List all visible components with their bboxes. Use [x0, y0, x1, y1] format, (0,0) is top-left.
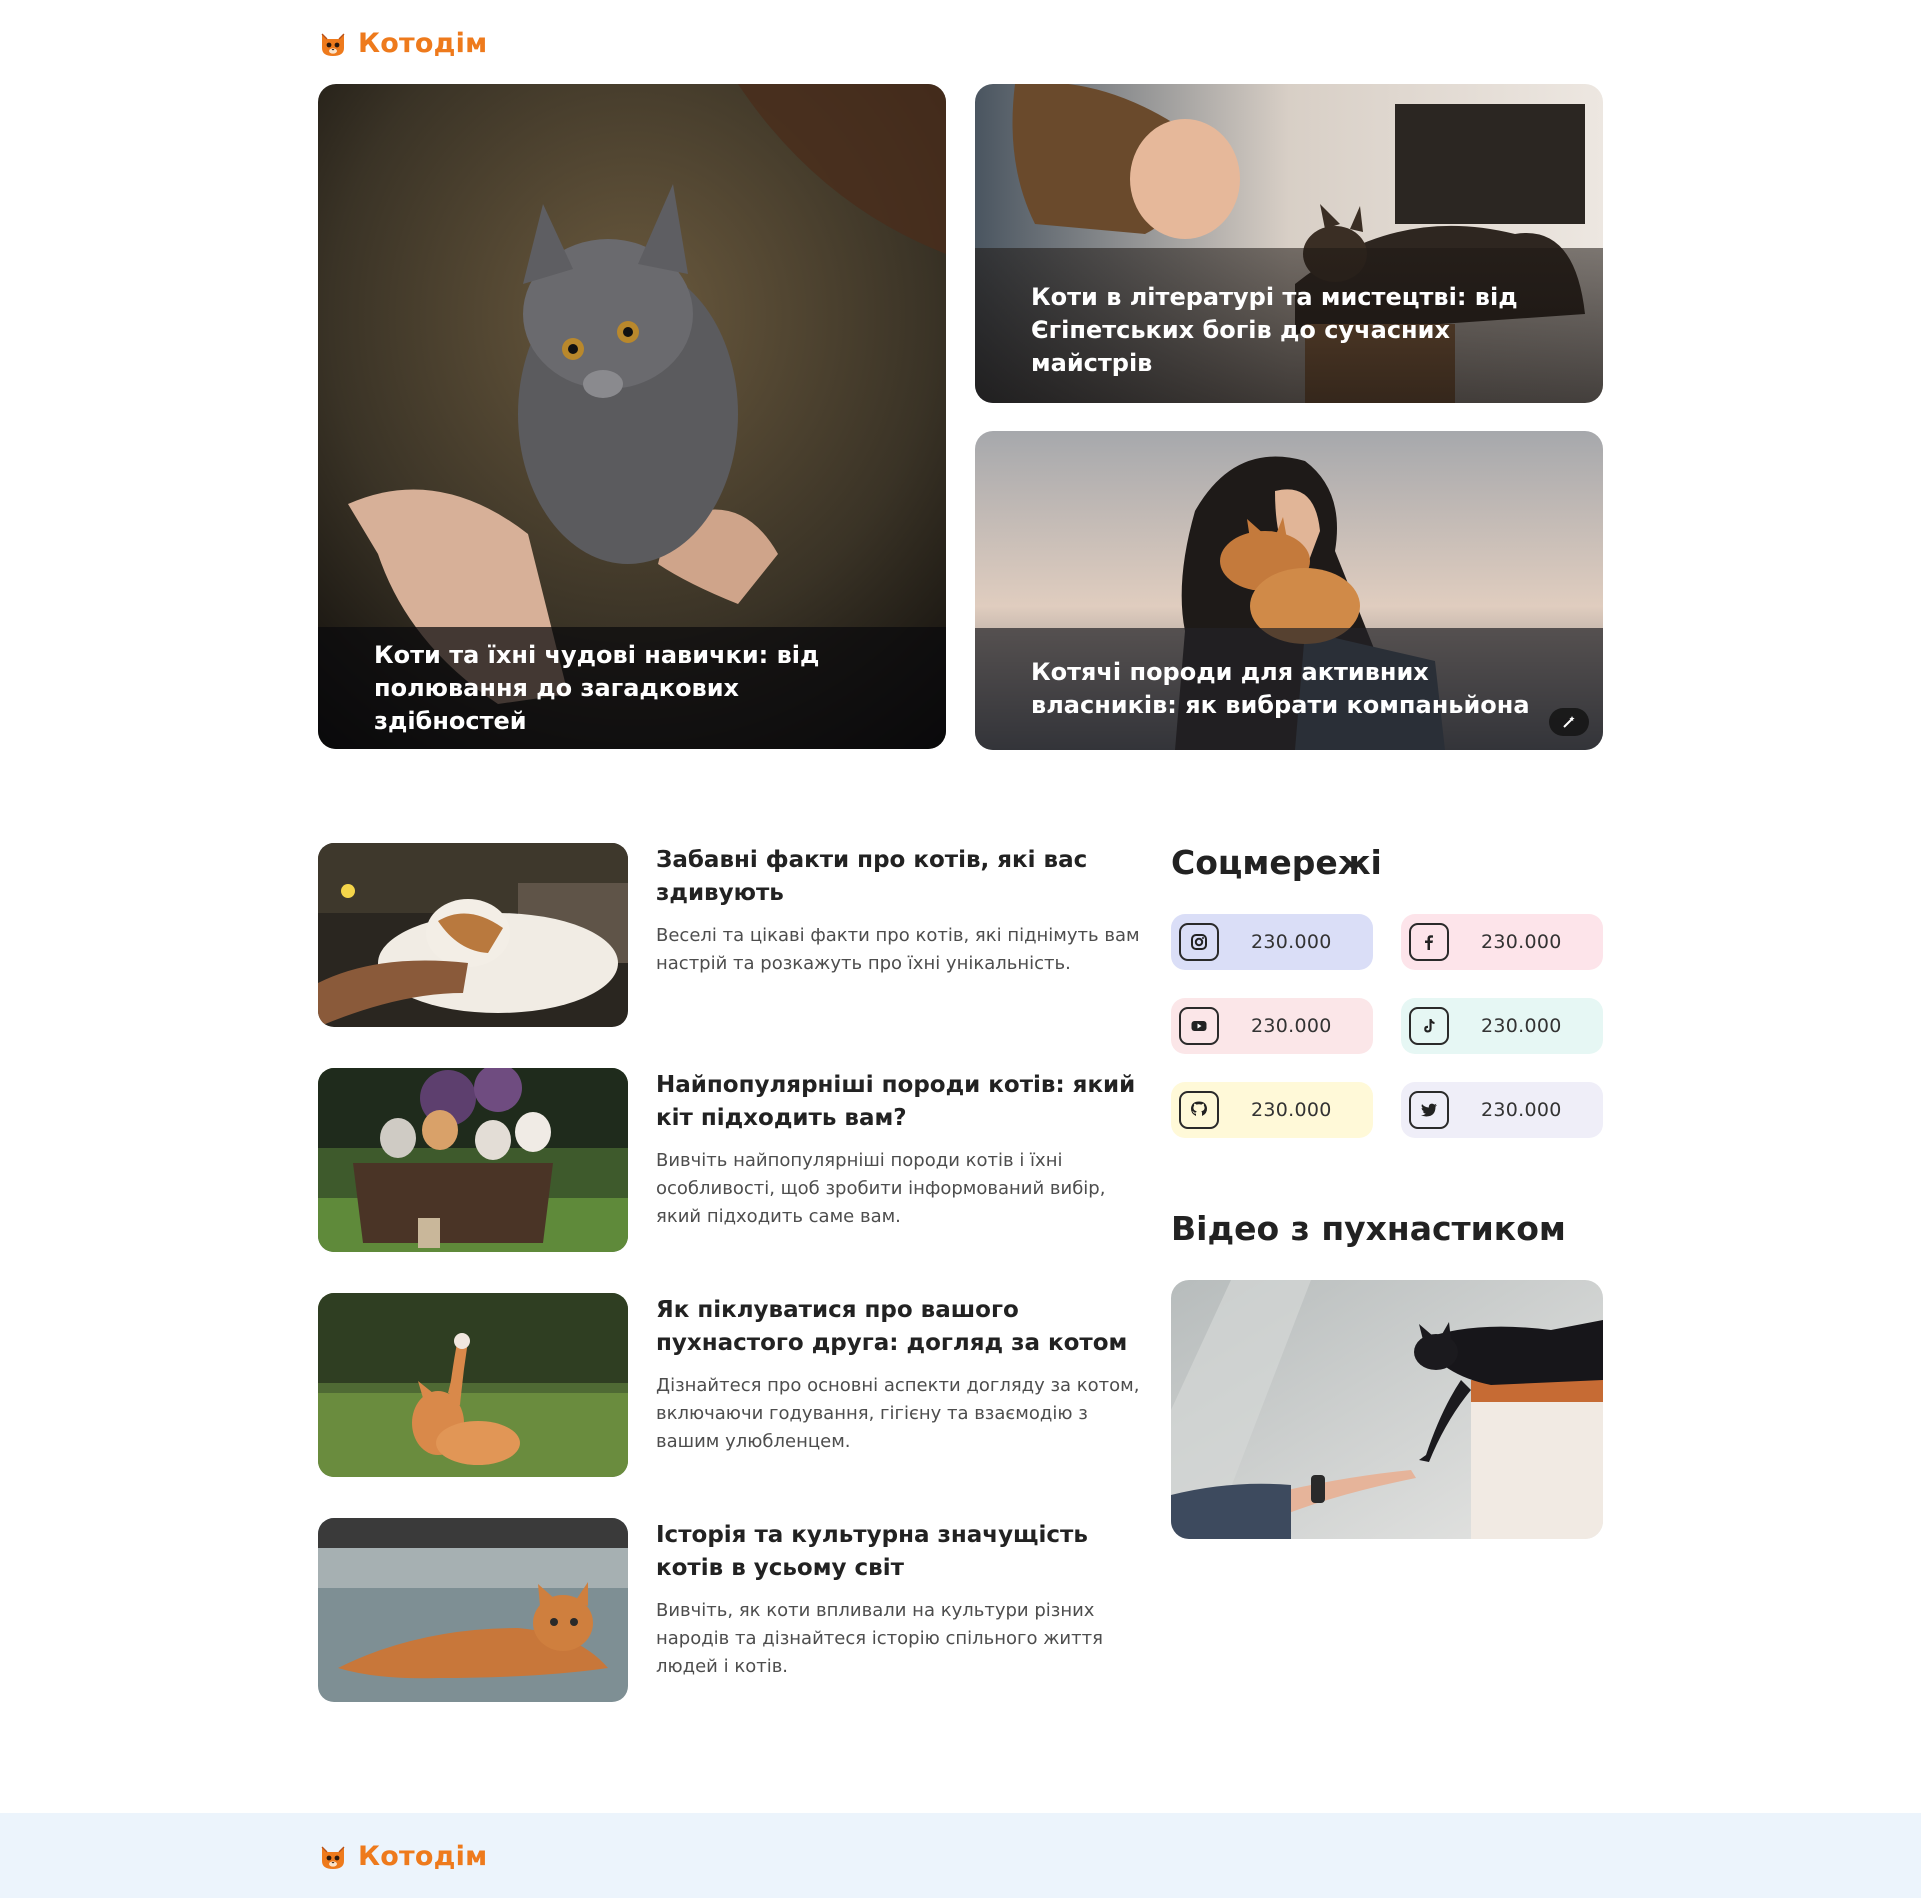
hero-card-main-overlay: Коти та їхні чудові навички: від полюван…	[318, 627, 946, 749]
site-header: Котодім	[318, 18, 1603, 68]
social-youtube-button[interactable]: 230.000	[1171, 998, 1373, 1054]
hero-title-2: Коти в літературі та мистецтві: від Єгіп…	[1031, 283, 1518, 377]
sidebar: Соцмережі 230.000 230.000 230.000 230.00…	[1171, 843, 1603, 1539]
hero-title-1: Коти та їхні чудові навички: від полюван…	[374, 640, 820, 735]
social-count: 230.000	[1251, 1015, 1332, 1037]
hero-card-main[interactable]: Коти та їхні чудові навички: від полюван…	[318, 84, 946, 749]
article-item[interactable]: Найпопулярніші породи котів: який кіт пі…	[318, 1068, 1148, 1252]
article-description: Веселі та цікаві факти про котів, які пі…	[656, 925, 1140, 974]
social-github-button[interactable]: 230.000	[1171, 1082, 1373, 1138]
article-thumb-2	[318, 1068, 628, 1252]
magic-wand-icon[interactable]	[1549, 708, 1589, 736]
social-twitter-button[interactable]: 230.000	[1401, 1082, 1603, 1138]
github-icon	[1179, 1091, 1219, 1129]
article-title[interactable]: Історія та культурна значущість котів в …	[656, 1518, 1146, 1585]
footer-logo[interactable]: Котодім	[318, 1831, 487, 1881]
video-section-title: Відео з пухнастиком	[1171, 1209, 1566, 1248]
cat-face-icon	[321, 33, 345, 56]
video-player[interactable]	[1171, 1280, 1603, 1539]
cat-face-icon	[321, 1846, 345, 1869]
hero-card-bottom-right[interactable]: Котячі породи для активних власників: як…	[975, 431, 1603, 750]
social-count: 230.000	[1251, 931, 1332, 953]
article-title[interactable]: Найпопулярніші породи котів: який кіт пі…	[656, 1068, 1146, 1135]
social-instagram-button[interactable]: 230.000	[1171, 914, 1373, 970]
video-thumbnail	[1171, 1280, 1603, 1539]
logo[interactable]: Котодім	[318, 18, 1603, 68]
social-facebook-button[interactable]: 230.000	[1401, 914, 1603, 970]
article-description: Вивчіть найпопулярніші породи котів і їх…	[656, 1150, 1106, 1227]
instagram-icon	[1179, 923, 1219, 961]
social-section-title: Соцмережі	[1171, 843, 1382, 882]
social-count: 230.000	[1481, 1099, 1562, 1121]
brand-name: Котодім	[358, 27, 488, 59]
hero-card-bottom-right-overlay: Котячі породи для активних власників: як…	[975, 628, 1603, 750]
hero-title-3: Котячі породи для активних власників: як…	[1031, 658, 1530, 719]
youtube-icon	[1179, 1007, 1219, 1045]
article-thumb-3	[318, 1293, 628, 1477]
hero-grid: Коти та їхні чудові навички: від полюван…	[318, 84, 1603, 750]
twitter-icon	[1409, 1091, 1449, 1129]
social-count: 230.000	[1251, 1099, 1332, 1121]
article-item[interactable]: Забавні факти про котів, які вас здивуют…	[318, 843, 1148, 1027]
article-thumb-4	[318, 1518, 628, 1702]
social-count: 230.000	[1481, 931, 1562, 953]
hero-card-top-right[interactable]: Коти в літературі та мистецтві: від Єгіп…	[975, 84, 1603, 403]
site-footer: Котодім	[0, 1813, 1921, 1898]
tiktok-icon	[1409, 1007, 1449, 1045]
article-description: Вивчіть, як коти впливали на культури рі…	[656, 1600, 1103, 1677]
article-item[interactable]: Історія та культурна значущість котів в …	[318, 1518, 1148, 1702]
social-tiktok-button[interactable]: 230.000	[1401, 998, 1603, 1054]
hero-card-top-right-overlay: Коти в літературі та мистецтві: від Єгіп…	[975, 248, 1603, 403]
footer-brand-name: Котодім	[358, 1840, 488, 1872]
facebook-icon	[1409, 923, 1449, 961]
article-title[interactable]: Забавні факти про котів, які вас здивуют…	[656, 843, 1146, 910]
article-description: Дізнайтеся про основні аспекти догляду з…	[656, 1375, 1140, 1452]
article-thumb-1	[318, 843, 628, 1027]
article-item[interactable]: Як піклуватися про вашого пухнастого дру…	[318, 1293, 1148, 1477]
article-title[interactable]: Як піклуватися про вашого пухнастого дру…	[656, 1293, 1146, 1360]
social-count: 230.000	[1481, 1015, 1562, 1037]
